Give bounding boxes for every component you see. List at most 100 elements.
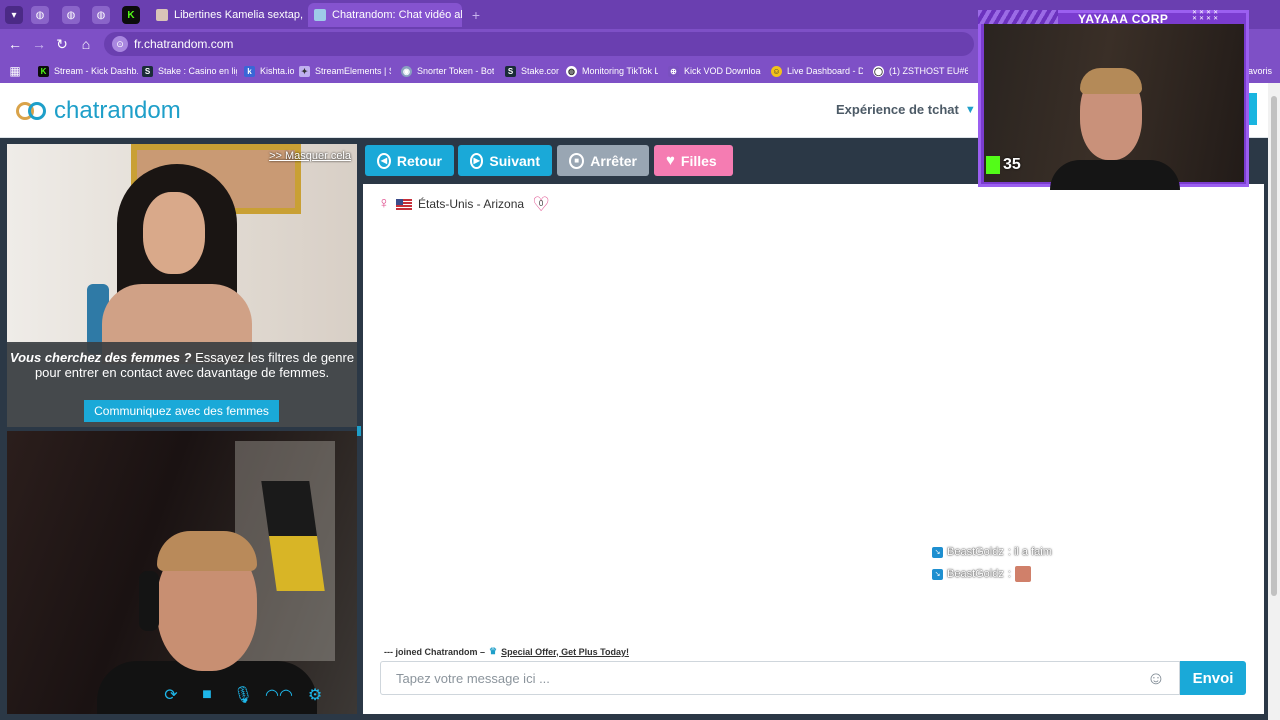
panel-resize-handle[interactable] bbox=[357, 426, 361, 436]
bookmark-item[interactable]: ◉ Snorter Token - Bot... bbox=[401, 63, 494, 79]
microphone-icon[interactable]: 🎙 bbox=[232, 684, 254, 706]
snorter-icon: ◉ bbox=[401, 65, 412, 77]
kick-badge-icon: ↘ bbox=[932, 568, 943, 580]
chat-text: : bbox=[1007, 568, 1011, 580]
bookmark-label: (1) ZSTHOST EU#6-... bbox=[889, 66, 968, 76]
self-camera-view bbox=[7, 431, 357, 714]
heart-icon: ♥ bbox=[666, 152, 675, 169]
tab-title: Chatrandom: Chat vidéo al bbox=[332, 9, 462, 21]
next-button[interactable]: ▶ Suivant bbox=[458, 145, 552, 176]
streamelements-icon: ✦ bbox=[299, 65, 310, 77]
address-bar[interactable]: ⊙ fr.chatrandom.com bbox=[104, 32, 974, 56]
ad-model-face bbox=[143, 192, 205, 274]
bookmark-label: Stake : Casino en lig... bbox=[158, 66, 237, 76]
emoji-icon[interactable]: ☺ bbox=[1146, 668, 1166, 688]
kick-icon bbox=[986, 156, 1000, 174]
stop-button[interactable]: ■ Arrêter bbox=[557, 145, 649, 176]
user-hair bbox=[157, 531, 257, 571]
chat-username: BeastGoldz bbox=[947, 546, 1004, 558]
bookmark-item[interactable]: ⊕ Kick VOD Download... bbox=[668, 63, 761, 79]
like-button[interactable]: ♡ 0 bbox=[530, 193, 552, 216]
streamer-hair bbox=[1080, 68, 1142, 94]
special-offer-link[interactable]: Special Offer, Get Plus Today! bbox=[501, 647, 629, 657]
home-icon[interactable]: ⌂ bbox=[77, 35, 95, 53]
bookmark-item[interactable]: ☺ Live Dashboard - DL... bbox=[771, 63, 863, 79]
new-tab-icon[interactable]: + bbox=[467, 6, 485, 24]
viewer-count-value: 35 bbox=[1003, 156, 1021, 173]
contact-women-button[interactable]: Communiquez avec des femmes bbox=[84, 400, 279, 422]
bookmark-item[interactable]: k Kishta.io bbox=[244, 63, 294, 79]
kick-badge-icon: ↘ bbox=[932, 546, 943, 558]
send-button[interactable]: Envoi bbox=[1180, 661, 1246, 695]
stranger-info: ♀ États-Unis - Arizona ♡ 0 bbox=[378, 193, 552, 216]
bookmark-label: Monitoring TikTok L... bbox=[582, 66, 658, 76]
chat-experience-menu[interactable]: Expérience de tchat ▼ bbox=[836, 102, 976, 117]
site-info-icon[interactable]: ⊙ bbox=[112, 36, 128, 52]
reload-icon[interactable]: ↻ bbox=[53, 35, 71, 53]
tab-libertines[interactable]: Libertines Kamelia sextap, Stra ✕ bbox=[150, 3, 304, 27]
bookmark-item[interactable]: S Stake.com bbox=[505, 63, 559, 79]
back-arrow-icon[interactable]: ← bbox=[6, 35, 24, 53]
emote-icon bbox=[1014, 566, 1031, 582]
joined-notice: --- joined Chatrandom – ♛ Special Offer,… bbox=[384, 646, 629, 657]
stranger-location: États-Unis - Arizona bbox=[418, 197, 525, 211]
back-button[interactable]: ◀ Retour bbox=[365, 145, 454, 176]
back-button-label: Retour bbox=[396, 152, 442, 169]
chat-text: : il a faim bbox=[1007, 546, 1052, 558]
pinned-tab-3[interactable]: ◍ bbox=[92, 6, 110, 24]
logo-text: chatrandom bbox=[54, 97, 181, 124]
all-bookmarks[interactable]: avoris bbox=[1248, 63, 1278, 79]
bookmark-item[interactable]: ✦ StreamElements | S... bbox=[299, 63, 391, 79]
pinned-tab-kick[interactable]: K bbox=[122, 6, 140, 24]
bookmark-item[interactable]: S Stake : Casino en lig... bbox=[142, 63, 237, 79]
chat-username: BeastGoldz bbox=[947, 568, 1004, 580]
scrollbar-thumb[interactable] bbox=[1271, 96, 1277, 596]
chevron-down-icon: ▼ bbox=[964, 103, 976, 116]
crown-icon: ♛ bbox=[489, 646, 498, 656]
girls-filter-button[interactable]: ♥ Filles bbox=[654, 145, 733, 176]
pinned-tab-2[interactable]: ◍ bbox=[62, 6, 80, 24]
bookmark-label: avoris bbox=[1248, 66, 1273, 76]
forward-arrow-icon[interactable]: → bbox=[30, 35, 48, 53]
logo-icon bbox=[16, 99, 48, 123]
back-icon: ◀ bbox=[377, 152, 391, 169]
overlay-dots: ✕✕✕✕ ✕✕✕✕ bbox=[1192, 10, 1221, 22]
hide-ad-link[interactable]: >> Masquer cela bbox=[269, 150, 351, 162]
stop-icon: ■ bbox=[569, 152, 585, 169]
viewer-count: 35 bbox=[986, 156, 1021, 174]
streamer-shirt bbox=[1050, 160, 1180, 190]
ad-panel: >> Masquer cela Vous cherchez des femmes… bbox=[7, 144, 357, 427]
bookmark-item[interactable]: K Stream - Kick Dashb... bbox=[38, 63, 138, 79]
pinned-tab-1[interactable]: ◍ bbox=[31, 6, 49, 24]
tab-search-button[interactable]: ▾ bbox=[5, 6, 23, 24]
next-button-label: Suivant bbox=[489, 152, 540, 169]
girls-button-label: Filles bbox=[680, 152, 717, 169]
bookmark-label: Snorter Token - Bot... bbox=[417, 66, 494, 76]
bookmark-label: Kishta.io bbox=[260, 66, 294, 76]
overlay-decoration bbox=[978, 10, 1058, 24]
switch-camera-icon[interactable]: ⟳ bbox=[160, 684, 182, 706]
tab-chatrandom[interactable]: Chatrandom: Chat vidéo al ✕ bbox=[308, 3, 462, 27]
mask-icon[interactable]: ◠◠ bbox=[265, 684, 293, 706]
dlive-icon: ☺ bbox=[771, 65, 782, 77]
bookmark-label: StreamElements | S... bbox=[315, 66, 391, 76]
stream-chat-message: ↘ BeastGoldz : bbox=[932, 566, 1031, 582]
video-camera-icon[interactable]: ■ bbox=[196, 684, 218, 706]
kick-icon: K bbox=[38, 65, 49, 77]
tab-favicon bbox=[314, 9, 326, 21]
zsthost-icon: ◯ bbox=[873, 65, 884, 77]
apps-grid-icon[interactable]: ▦ bbox=[6, 62, 24, 80]
stop-button-label: Arrêter bbox=[590, 152, 637, 169]
bookmark-label: Stream - Kick Dashb... bbox=[54, 66, 138, 76]
globe-icon: ◍ bbox=[566, 65, 577, 77]
bookmark-item[interactable]: ◯ (1) ZSTHOST EU#6-... bbox=[873, 63, 968, 79]
url-text: fr.chatrandom.com bbox=[134, 37, 234, 51]
chatrandom-logo[interactable]: chatrandom bbox=[16, 96, 181, 126]
bookmark-item[interactable]: ◍ Monitoring TikTok L... bbox=[566, 63, 658, 79]
bookmark-label: Live Dashboard - DL... bbox=[787, 66, 863, 76]
joined-text: --- joined Chatrandom – bbox=[384, 646, 485, 657]
bookmark-label: Stake.com bbox=[521, 66, 559, 76]
message-input[interactable] bbox=[394, 668, 1134, 688]
gear-icon[interactable]: ⚙ bbox=[304, 684, 326, 706]
kick-vod-icon: ⊕ bbox=[668, 65, 679, 77]
